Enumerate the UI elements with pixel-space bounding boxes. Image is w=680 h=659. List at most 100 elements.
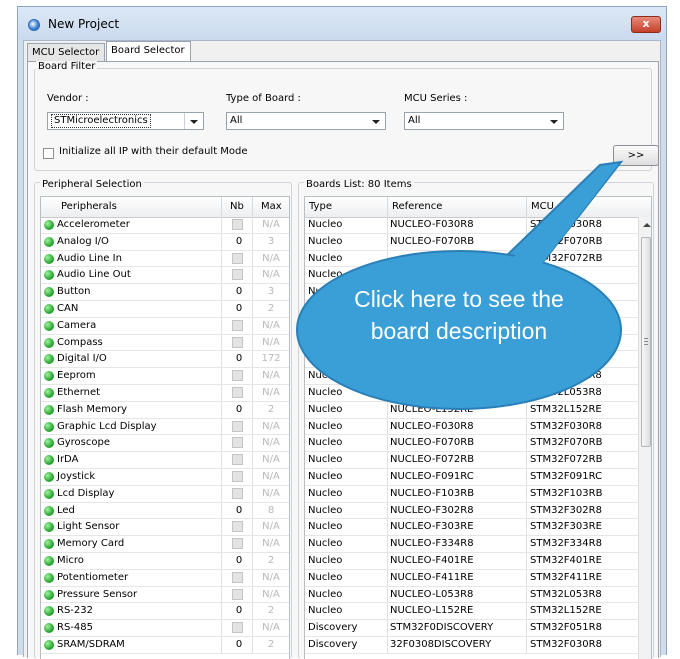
table-row[interactable]: Audio Line In N/A — [41, 250, 289, 268]
table-row[interactable]: Potentiometer N/A — [41, 569, 289, 587]
tab-mcu-selector[interactable]: MCU Selector — [27, 43, 105, 61]
nb-value[interactable]: 0 — [227, 234, 251, 250]
table-row[interactable]: Accelerometer N/A — [41, 217, 289, 234]
scrollbar-thumb[interactable] — [641, 237, 651, 447]
table-row[interactable]: Gyroscope N/A — [41, 435, 289, 453]
scroll-up-arrow-icon[interactable] — [643, 223, 651, 227]
initialize-ip-label: Initialize all IP with their default Mod… — [59, 146, 248, 157]
board-type: Nucleo — [308, 521, 343, 533]
mcu-series-combobox[interactable]: All — [404, 112, 564, 130]
table-row[interactable]: Nucleo NUCLEO-F303RE STM32F303RE — [305, 519, 638, 537]
table-row[interactable]: Button 0 3 — [41, 284, 289, 301]
table-row[interactable]: Ethernet N/A — [41, 384, 289, 402]
max-value: 8 — [267, 504, 275, 516]
nb-value[interactable]: 0 — [227, 351, 251, 367]
status-led-icon — [44, 623, 54, 634]
table-row[interactable]: Nucleo NUCLEO-F091RC STM32F091RC — [305, 468, 638, 486]
table-row[interactable]: Nucleo NUCLEO-F334R8 STM32F334R8 — [305, 536, 638, 553]
table-row[interactable]: Eeprom N/A — [41, 368, 289, 385]
table-row[interactable]: Camera N/A — [41, 317, 289, 335]
app-icon — [28, 19, 40, 31]
max-value: 3 — [267, 235, 275, 247]
table-row[interactable]: SRAM/SDRAM 0 2 — [41, 636, 289, 654]
column-peripherals[interactable]: Peripherals — [41, 197, 222, 217]
table-row[interactable]: Lcd Display N/A — [41, 485, 289, 503]
nb-value[interactable]: 0 — [227, 553, 251, 569]
table-row[interactable]: Nucleo NUCLEO-F030R8 STM32F030R8 — [305, 418, 638, 436]
table-row[interactable]: Nucleo NUCLEO-F070RB STM32F070RB — [305, 233, 638, 251]
max-value: 2 — [267, 638, 275, 650]
peripherals-table-header: Peripherals Nb Max — [41, 197, 289, 218]
table-row[interactable]: Nucleo NUCLEO-L053R8 STM32L053R8 — [305, 384, 638, 402]
table-row[interactable]: Audio Line Out N/A — [41, 267, 289, 285]
vendor-value: STMicroelectronics — [51, 114, 151, 128]
status-led-icon — [44, 606, 54, 617]
type-of-board-combobox[interactable]: All — [226, 112, 386, 130]
table-row[interactable]: Micro 0 2 — [41, 552, 289, 570]
column-max[interactable]: Max — [253, 197, 289, 217]
table-row[interactable]: Nucleo NUCLEO-F103RB STM32F103RB — [305, 485, 638, 503]
table-row[interactable]: Nucleo NUCLEO-L053R8 STM32L053R8 — [305, 586, 638, 604]
column-nb[interactable]: Nb — [222, 197, 253, 217]
initialize-ip-checkbox[interactable] — [43, 148, 54, 159]
table-row[interactable]: Discovery 32F0308DISCOVERY STM32F030R8 — [305, 636, 638, 654]
column-mcu[interactable]: MCU — [527, 197, 651, 217]
peripheral-name: Joystick — [57, 470, 96, 482]
table-row[interactable]: Compass N/A — [41, 334, 289, 352]
table-row[interactable]: Digital I/O 0 172 — [41, 351, 289, 369]
table-row[interactable]: Pressure Sensor N/A — [41, 586, 289, 604]
tab-board-selector[interactable]: Board Selector — [106, 41, 191, 62]
board-details-button[interactable]: >> — [613, 145, 659, 166]
table-row[interactable]: Nucleo NUCLEO-F302R8 STM32F302R8 — [305, 502, 638, 520]
table-row[interactable]: RS-485 N/A — [41, 620, 289, 637]
table-row[interactable]: Nucleo NUCLEO-F070RB STM32F070RB — [305, 435, 638, 453]
peripheral-name: Analog I/O — [57, 235, 109, 247]
peripheral-name: SRAM/SDRAM — [57, 638, 125, 650]
table-row[interactable]: Nucleo STM32L053R8 — [305, 368, 638, 385]
nb-disabled-box — [232, 622, 243, 634]
table-row[interactable]: Analog I/O 0 3 — [41, 233, 289, 251]
board-reference: NUCLEO-F030R8 — [390, 420, 474, 432]
table-row[interactable]: IrDA N/A — [41, 452, 289, 469]
nb-value[interactable]: 0 — [227, 603, 251, 619]
table-row[interactable]: Light Sensor N/A — [41, 519, 289, 537]
nb-value[interactable]: 0 — [227, 402, 251, 418]
board-reference: NUCLEO-F411RE — [390, 571, 474, 583]
window-title: New Project — [48, 17, 120, 31]
board-mcu: STM32F401RE — [530, 554, 602, 566]
max-value: 3 — [267, 286, 275, 298]
table-row[interactable]: Nucleo — [305, 351, 638, 369]
table-row[interactable]: Discovery STM32F0DISCOVERY STM32F051R8 — [305, 620, 638, 637]
table-row[interactable]: Nucleo NUCLEO-L152RE STM32L152RE — [305, 401, 638, 419]
table-row[interactable]: Nucleo NUCLEO-F411RE STM32F411RE — [305, 569, 638, 587]
table-row[interactable]: Nucleo STM32F072RB — [305, 250, 638, 268]
column-reference[interactable]: Reference — [388, 197, 527, 217]
boards-vertical-scrollbar[interactable] — [638, 217, 651, 659]
table-row[interactable]: Nucleo — [305, 267, 638, 285]
nb-value[interactable]: 0 — [227, 637, 251, 653]
table-row[interactable]: Nucleo NUCLEO-F401RE STM32F401RE — [305, 552, 638, 570]
table-row[interactable]: Flash Memory 0 2 — [41, 401, 289, 419]
table-row[interactable]: Joystick N/A — [41, 468, 289, 486]
table-row[interactable]: Nucleo NUCLEO-F030R8 STM32F030R8 — [305, 217, 638, 234]
table-row[interactable]: CAN 0 2 — [41, 300, 289, 318]
status-led-icon — [44, 589, 54, 600]
grip-line — [644, 341, 648, 342]
peripheral-selection-legend: Peripheral Selection — [40, 179, 144, 190]
column-type[interactable]: Type — [305, 197, 388, 217]
max-value: N/A — [262, 252, 280, 264]
table-row[interactable]: Nucleo NUCLEO-L152RE STM32L152RE — [305, 603, 638, 621]
table-row[interactable]: Led 0 8 — [41, 502, 289, 520]
vendor-combobox[interactable]: STMicroelectronics — [47, 112, 204, 130]
nb-value[interactable]: 0 — [227, 284, 251, 300]
table-row[interactable]: Graphic Lcd Display N/A — [41, 418, 289, 436]
table-row[interactable]: RS-232 0 2 — [41, 603, 289, 621]
board-type: Nucleo — [308, 219, 343, 230]
close-button[interactable]: x — [631, 16, 661, 33]
nb-value[interactable]: 0 — [227, 301, 251, 317]
title-bar[interactable]: New Project x — [18, 7, 666, 41]
nb-disabled-box — [232, 437, 243, 449]
table-row[interactable]: Memory Card N/A — [41, 536, 289, 553]
table-row[interactable]: Nucleo NUCLEO-F072RB STM32F072RB — [305, 452, 638, 469]
nb-value[interactable]: 0 — [227, 503, 251, 519]
